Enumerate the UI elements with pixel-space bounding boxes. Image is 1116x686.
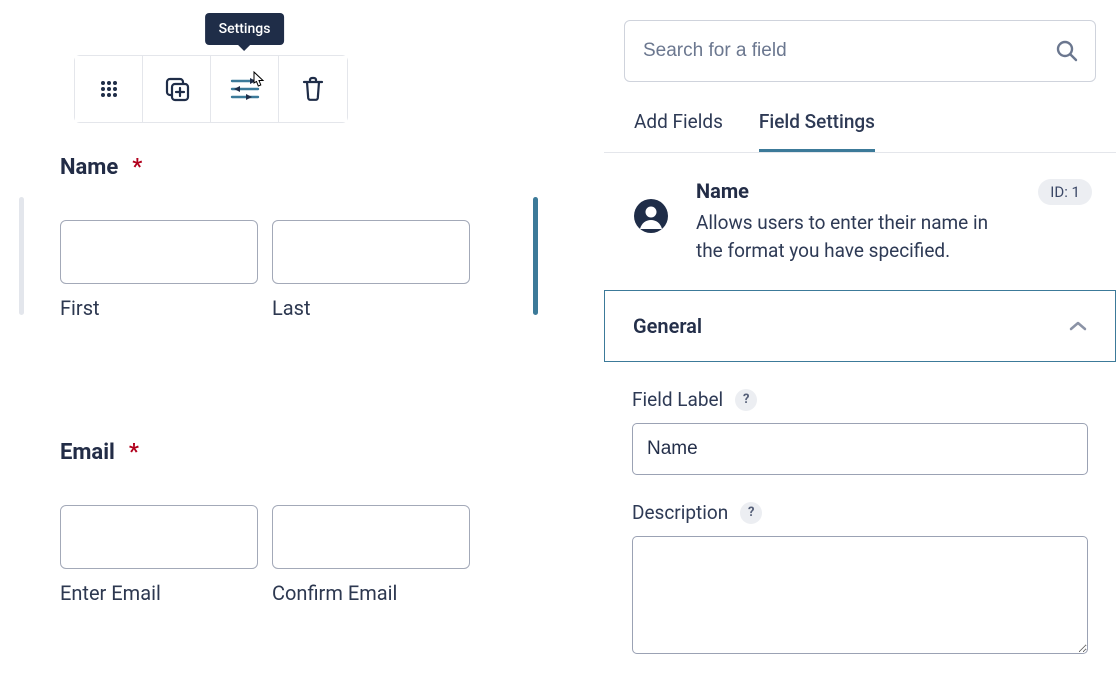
required-asterisk: * [129,440,139,465]
field-info-title: Name [696,179,1092,203]
last-name-input[interactable] [272,220,470,284]
field-id-badge: ID: 1 [1038,179,1092,205]
confirm-email-input[interactable] [272,505,470,569]
description-textarea[interactable] [632,536,1088,654]
name-field-label: Name [60,155,118,180]
trash-icon [301,76,325,102]
sidebar-tabs: Add Fields Field Settings [634,110,1096,153]
accordion-general-label: General [633,314,702,338]
duplicate-button[interactable] [143,56,211,122]
tab-add-fields[interactable]: Add Fields [634,110,723,153]
enter-email-sublabel: Enter Email [60,581,258,605]
first-name-input[interactable] [60,220,258,284]
search-icon [1055,39,1079,63]
search-field-box[interactable] [624,20,1096,82]
field-rail-right [533,197,538,315]
field-info-description: Allows users to enter their name in the … [696,209,996,264]
field-info-panel: Name Allows users to enter their name in… [604,152,1116,290]
form-editor-canvas: Settings Name * First [0,0,604,686]
last-name-sublabel: Last [272,296,470,320]
email-field-group[interactable]: Email * Enter Email Confirm Email [60,440,514,605]
search-input[interactable] [641,39,1055,63]
help-icon[interactable]: ? [735,389,757,411]
confirm-email-sublabel: Confirm Email [272,581,470,605]
enter-email-input[interactable] [60,505,258,569]
delete-button[interactable] [279,56,347,122]
field-toolbar: Settings [74,55,348,123]
required-asterisk: * [132,155,142,180]
drag-grid-icon [98,78,120,100]
field-rail-left [19,197,24,315]
description-setting-label: Description [632,501,728,524]
tab-field-settings[interactable]: Field Settings [759,110,875,153]
name-field-group[interactable]: Name * First Last [60,155,514,320]
person-icon [634,199,668,233]
settings-tooltip: Settings [205,13,285,45]
email-field-label: Email [60,440,115,465]
setting-description: Description ? [624,501,1096,658]
sliders-icon [230,76,260,102]
field-label-input[interactable] [632,423,1088,475]
help-icon[interactable]: ? [740,502,762,524]
duplicate-icon [163,75,191,103]
accordion-general[interactable]: General [604,290,1116,362]
settings-sidebar: Add Fields Field Settings Name Allows us… [604,0,1116,686]
chevron-up-icon [1069,320,1087,332]
settings-button[interactable]: Settings [211,56,279,122]
field-label-setting-label: Field Label [632,388,723,411]
first-name-sublabel: First [60,296,258,320]
setting-field-label: Field Label ? [624,388,1096,475]
drag-handle-button[interactable] [75,56,143,122]
